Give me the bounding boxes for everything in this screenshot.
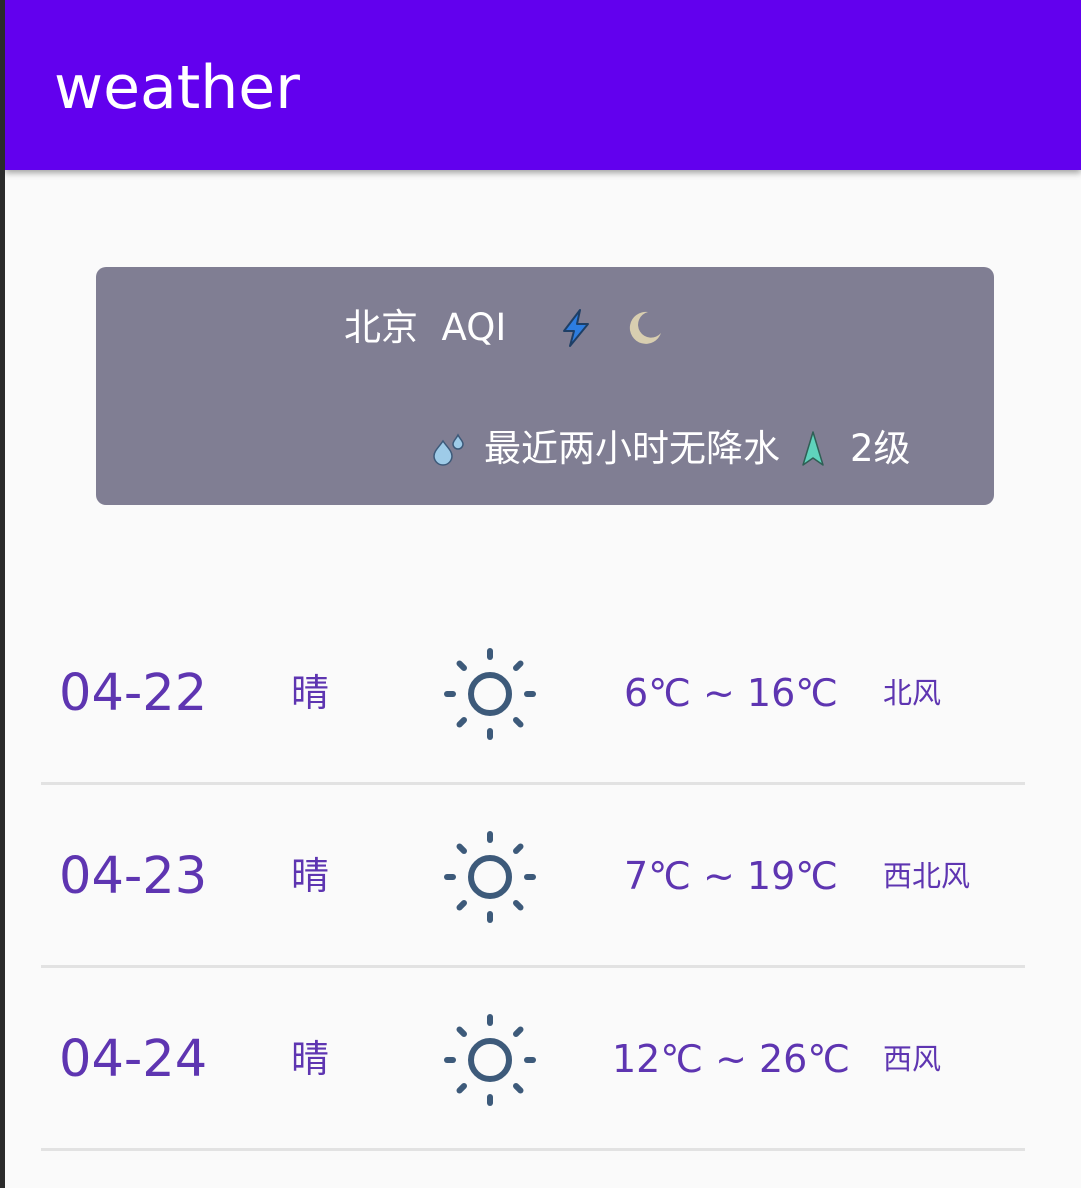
raindrops-icon xyxy=(432,432,466,466)
forecast-wind: 北风 xyxy=(883,676,942,710)
aqi-label: AQI xyxy=(441,306,507,349)
forecast-condition: 晴 xyxy=(291,1037,330,1081)
precipitation-text: 最近两小时无降水 xyxy=(484,427,780,470)
forecast-wind: 西北风 xyxy=(883,859,971,893)
app-screen: weather 北京 AQI 最近两小时无降水 2级 04-22 晴 6℃ ~ … xyxy=(5,0,1081,1188)
forecast-date: 04-23 xyxy=(59,847,208,906)
app-bar: weather xyxy=(5,0,1081,170)
forecast-date: 04-24 xyxy=(59,1030,208,1089)
forecast-row[interactable]: 04-23 晴 7℃ ~ 19℃ 西北风 xyxy=(41,785,1025,968)
forecast-temperature: 6℃ ~ 16℃ xyxy=(624,671,838,715)
sun-icon xyxy=(443,647,537,745)
row-divider xyxy=(41,1148,1025,1151)
sun-icon xyxy=(443,830,537,928)
forecast-date: 04-22 xyxy=(59,664,208,723)
forecast-wind: 西风 xyxy=(883,1042,942,1076)
sun-icon xyxy=(443,1013,537,1111)
forecast-condition: 晴 xyxy=(291,854,330,898)
forecast-condition: 晴 xyxy=(291,671,330,715)
app-title: weather xyxy=(54,53,300,123)
city-name: 北京 xyxy=(344,306,418,349)
forecast-temperature: 12℃ ~ 26℃ xyxy=(611,1037,851,1081)
current-weather-header: 北京 AQI xyxy=(344,302,664,354)
crescent-moon-icon xyxy=(626,309,664,347)
lightning-icon xyxy=(556,308,596,348)
wind-level: 2级 xyxy=(850,427,911,470)
current-weather-details: 最近两小时无降水 2级 xyxy=(432,421,911,477)
forecast-row[interactable]: 04-24 晴 12℃ ~ 26℃ 西风 xyxy=(41,968,1025,1151)
forecast-row[interactable]: 04-22 晴 6℃ ~ 16℃ 北风 xyxy=(41,602,1025,785)
wind-direction-arrow-icon xyxy=(800,430,826,468)
forecast-temperature: 7℃ ~ 19℃ xyxy=(624,854,838,898)
